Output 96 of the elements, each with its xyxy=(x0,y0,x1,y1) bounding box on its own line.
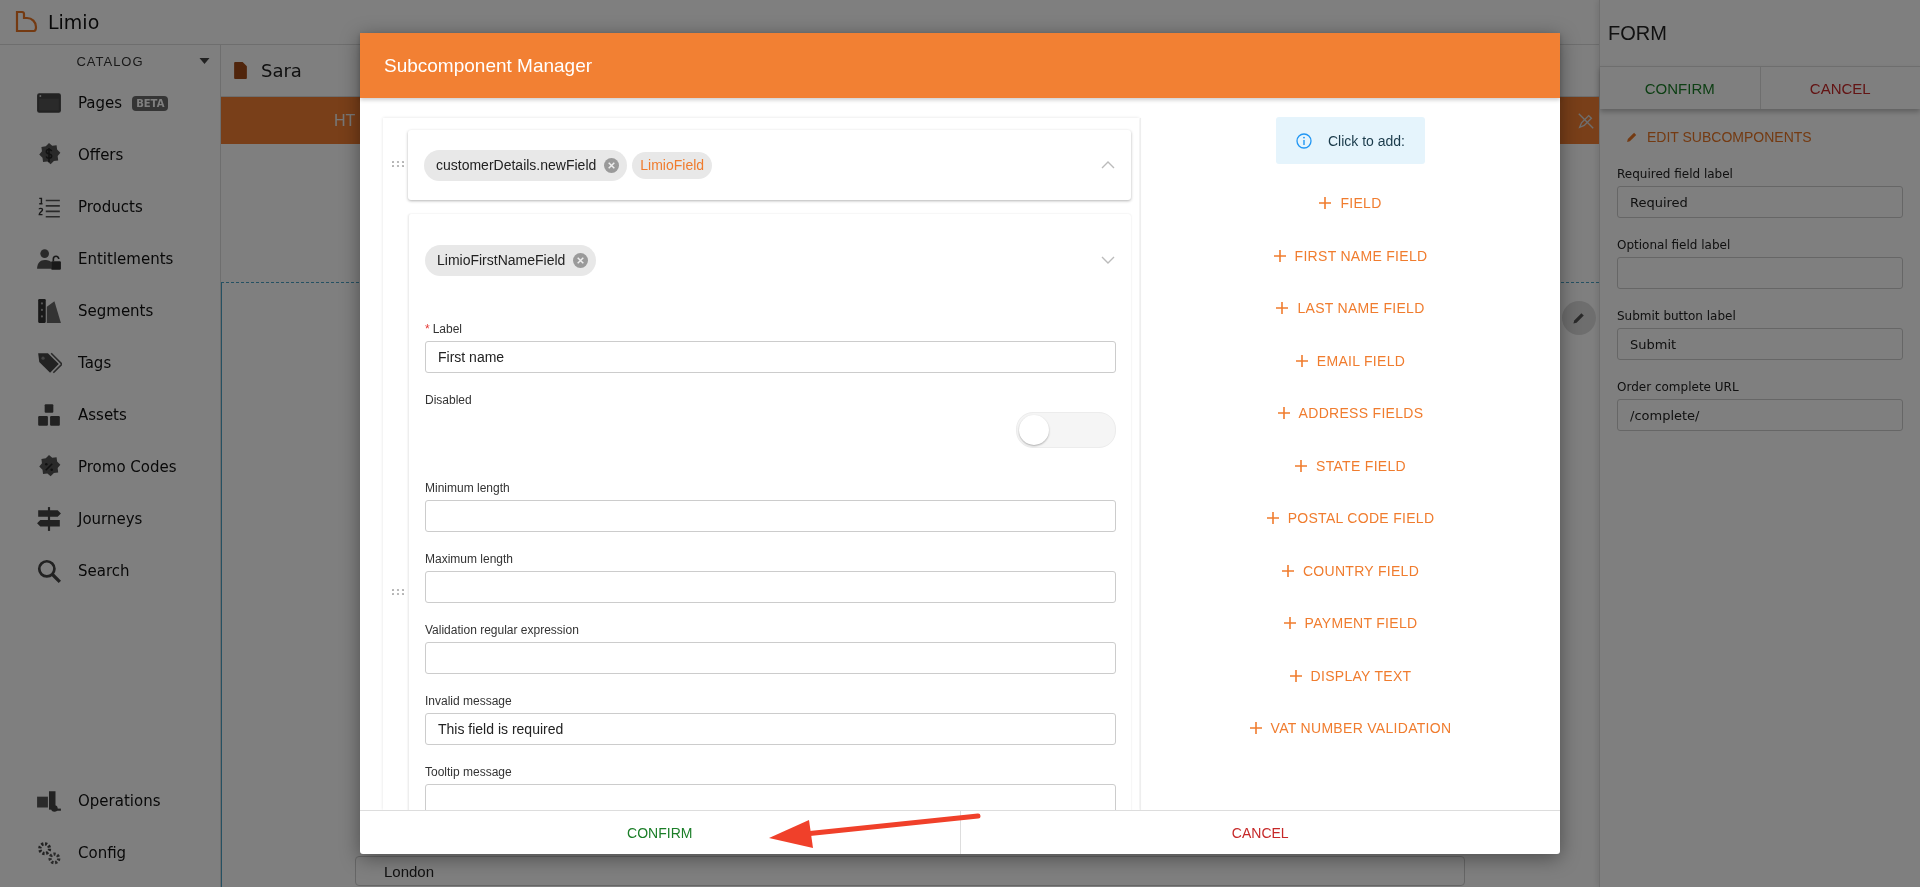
toggle-switch[interactable] xyxy=(1016,412,1116,448)
panel-title: FORM xyxy=(1607,20,1668,46)
add-button[interactable]: EMAIL FIELD xyxy=(1289,334,1412,387)
modal-title: Subcomponent Manager xyxy=(384,54,593,77)
plus-icon xyxy=(1283,617,1296,630)
input-field[interactable] xyxy=(425,784,1116,810)
info-icon xyxy=(1295,132,1312,149)
pencil-icon xyxy=(1571,310,1587,326)
page-title: Sara xyxy=(261,60,302,81)
sidebar-item[interactable]: Assets xyxy=(0,389,220,441)
beta-badge: BETA xyxy=(132,95,169,111)
plus-icon xyxy=(1295,354,1308,367)
document-icon xyxy=(234,62,247,79)
add-button[interactable]: COUNTRY FIELD xyxy=(1275,544,1426,597)
banner-text: HT xyxy=(334,111,356,130)
info-banner: Click to add: xyxy=(1275,117,1425,164)
field-label: Minimum length xyxy=(425,481,510,495)
cancel-button[interactable]: CANCEL xyxy=(959,811,1560,854)
drag-handle-icon[interactable] xyxy=(392,588,404,596)
input-field[interactable] xyxy=(425,571,1116,603)
input-field[interactable] xyxy=(425,500,1116,532)
field-label: Validation regular expression xyxy=(425,623,579,637)
pencil-off-icon xyxy=(1577,111,1595,130)
settings-icon xyxy=(36,840,62,866)
plus-icon xyxy=(1319,197,1332,210)
type-tag: LimioField xyxy=(632,151,713,179)
field-label: Disabled xyxy=(425,393,472,407)
sidebar-item[interactable]: Operations xyxy=(0,775,220,827)
input-field[interactable] xyxy=(1617,257,1903,289)
remove-icon[interactable] xyxy=(573,252,589,268)
logo-icon xyxy=(14,10,38,34)
chevron-down-icon[interactable] xyxy=(1101,256,1115,264)
input-field[interactable]: London xyxy=(355,856,1465,886)
field-label: Required field label xyxy=(1617,167,1734,181)
plus-icon xyxy=(1266,512,1279,525)
sidebar-item[interactable]: Segments xyxy=(0,285,220,337)
input-field[interactable]: Required xyxy=(1617,186,1903,218)
field-label: Tooltip message xyxy=(425,765,512,779)
app-logo: Limio xyxy=(48,11,100,33)
search-icon xyxy=(36,558,62,584)
segments-icon xyxy=(36,298,62,324)
plus-icon xyxy=(1277,407,1290,420)
field-label: Label xyxy=(432,322,463,336)
add-button[interactable]: PAYMENT FIELD xyxy=(1277,597,1424,650)
remove-icon[interactable] xyxy=(604,157,620,173)
field-label: Order complete URL xyxy=(1617,380,1740,394)
sidebar-item[interactable]: Journeys xyxy=(0,493,220,545)
user-lock-icon xyxy=(36,246,62,272)
input-field[interactable]: First name xyxy=(425,341,1116,373)
input-field[interactable]: This field is required xyxy=(425,713,1116,745)
cancel-button[interactable]: CANCEL xyxy=(1759,67,1920,109)
plus-icon xyxy=(1249,722,1262,735)
required-mark: * xyxy=(425,322,430,336)
window-icon xyxy=(36,90,62,116)
sidebar-item[interactable]: Entitlements xyxy=(0,233,220,285)
confirm-button[interactable]: CONFIRM xyxy=(1600,67,1760,109)
field-label: Invalid message xyxy=(425,694,512,708)
pencil-icon xyxy=(1625,130,1639,144)
catalog-dropdown[interactable]: CATALOG xyxy=(0,45,220,77)
sidebar-item[interactable]: Tags xyxy=(0,337,220,389)
add-button[interactable]: POSTAL CODE FIELD xyxy=(1260,492,1441,545)
plus-icon xyxy=(1276,302,1289,315)
add-button[interactable]: STATE FIELD xyxy=(1289,439,1412,492)
add-button[interactable]: FIELD xyxy=(1313,177,1388,230)
add-button[interactable]: FIRST NAME FIELD xyxy=(1267,229,1434,282)
component-chip: LimioFirstNameField xyxy=(425,244,597,276)
confirm-button[interactable]: CONFIRM xyxy=(360,811,960,854)
drag-handle-icon[interactable] xyxy=(392,160,404,168)
caret-icon xyxy=(199,58,210,64)
field-label: Maximum length xyxy=(425,552,514,566)
sidebar-item[interactable]: Search xyxy=(0,545,220,597)
input-field[interactable] xyxy=(425,642,1116,674)
add-button[interactable]: DISPLAY TEXT xyxy=(1283,649,1418,702)
input-field[interactable]: Submit xyxy=(1617,328,1903,360)
tag-icon xyxy=(36,350,62,376)
field-label: Submit button label xyxy=(1617,309,1737,323)
add-button[interactable]: VAT NUMBER VALIDATION xyxy=(1243,702,1458,755)
edit-button[interactable] xyxy=(1562,301,1596,335)
boxes-icon xyxy=(36,402,62,428)
plus-icon xyxy=(1289,669,1302,682)
add-button[interactable]: ADDRESS FIELDS xyxy=(1271,387,1430,440)
chevron-up-icon[interactable] xyxy=(1101,161,1115,169)
input-field[interactable]: /complete/ xyxy=(1617,399,1903,431)
sidebar-item[interactable]: Promo Codes xyxy=(0,441,220,493)
add-button[interactable]: LAST NAME FIELD xyxy=(1270,282,1431,335)
field-label: Optional field label xyxy=(1617,238,1732,252)
sidebar-item[interactable]: Config xyxy=(0,827,220,879)
plus-icon xyxy=(1273,249,1286,262)
truck-icon xyxy=(36,788,62,814)
plus-icon xyxy=(1295,459,1308,472)
signpost-icon xyxy=(36,506,62,532)
sidebar-item[interactable]: Products xyxy=(0,181,220,233)
sidebar-item[interactable]: Offers xyxy=(0,129,220,181)
component-chip: customerDetails.newField xyxy=(424,149,628,181)
sidebar-item[interactable]: Pages BETA xyxy=(0,77,220,129)
plus-icon xyxy=(1281,564,1294,577)
